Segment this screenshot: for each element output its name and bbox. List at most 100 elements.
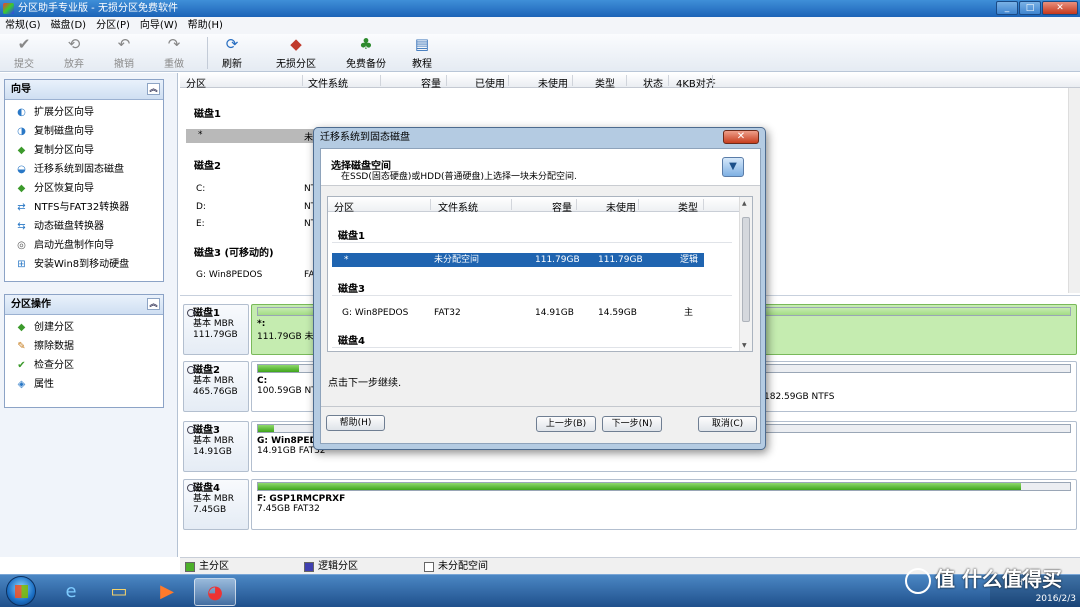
table-row-g[interactable]: G: Win8PEDOS (196, 270, 262, 280)
collapse-icon[interactable]: ︽ (147, 298, 160, 310)
col-4k-align[interactable]: 4KB对齐 (676, 75, 716, 90)
redo-button[interactable]: ↷ 重做 (164, 36, 184, 71)
col-separator (511, 199, 512, 210)
ie-icon[interactable]: e (50, 578, 92, 606)
scroll-down-icon[interactable]: ▼ (742, 342, 747, 349)
partition-icon: ◆ (290, 35, 302, 53)
dlg-col-type[interactable]: 类型 (678, 199, 698, 214)
table-row-c[interactable]: C: (196, 184, 205, 194)
legend-swatch-primary (185, 562, 195, 572)
undo-button[interactable]: ↶ 撤销 (114, 36, 134, 71)
menu-help[interactable]: 帮助(H) (183, 17, 228, 34)
col-capacity[interactable]: 容量 (421, 75, 441, 90)
disk2-card[interactable]: 磁盘2 基本 MBR 465.76GB (183, 361, 249, 412)
help-button[interactable]: 帮助(H) (326, 415, 385, 431)
maximize-button[interactable]: □ (1019, 1, 1041, 15)
op-check-partition[interactable]: ✔ 检查分区 (5, 356, 163, 375)
watermark-logo-icon (905, 567, 932, 594)
col-type[interactable]: 类型 (595, 75, 615, 90)
list-scrollbar[interactable] (1068, 88, 1080, 293)
divider (332, 242, 732, 243)
minimize-button[interactable]: _ (996, 1, 1018, 15)
dlg-disk3-label: 磁盘3 (338, 284, 365, 295)
start-button[interactable] (6, 576, 36, 606)
wizard-item-migrate-ssd[interactable]: ◒ 迁移系统到固态磁盘 (5, 160, 163, 179)
wizard-item-ntfs-fat32[interactable]: ⇄ NTFS与FAT32转换器 (5, 198, 163, 217)
disk4-card[interactable]: 磁盘4 基本 MBR 7.45GB (183, 479, 249, 530)
menu-disk[interactable]: 磁盘(D) (46, 17, 92, 34)
dlg-row-disk1-unallocated[interactable]: * 未分配空间 111.79GB 111.79GB 逻辑 (332, 253, 704, 267)
col-partition[interactable]: 分区 (186, 75, 206, 90)
clock-date[interactable]: 2016/2/3 (1036, 594, 1076, 604)
table-row-d[interactable]: D: (196, 202, 206, 212)
dlg-col-filesystem[interactable]: 文件系统 (438, 199, 478, 214)
disk1-card[interactable]: 磁盘1 基本 MBR 111.79GB (183, 304, 249, 355)
space-select-list: 分区 文件系统 容量 未使用 类型 磁盘1 * 未分配空间 111.79GB 1… (327, 196, 753, 352)
col-unused[interactable]: 未使用 (538, 75, 568, 90)
dialog-close-button[interactable]: ✕ (723, 130, 759, 144)
explorer-icon[interactable]: ▭ (98, 578, 140, 606)
disk-icon (187, 309, 195, 317)
window-title: 分区助手专业版 - 无损分区免费软件 (18, 3, 178, 14)
menu-general[interactable]: 常规(G) (0, 17, 46, 34)
menu-partition[interactable]: 分区(P) (91, 17, 135, 34)
wizard-item-copy-disk[interactable]: ◑ 复制磁盘向导 (5, 122, 163, 141)
tutorial-button[interactable]: ▤ 教程 (412, 36, 432, 71)
dialog-hint: 点击下一步继续. (328, 378, 402, 389)
dlg-col-capacity[interactable]: 容量 (552, 199, 572, 214)
op-create-partition[interactable]: ◆ 创建分区 (5, 318, 163, 337)
op-wipe-data[interactable]: ✎ 擦除数据 (5, 337, 163, 356)
wizard-item-win8-usb[interactable]: ⊞ 安装Win8到移动硬盘 (5, 255, 163, 274)
partition-ops-panel: 分区操作 ︽ ◆ 创建分区 ✎ 擦除数据 ✔ 检查分区 ◈ 属性 (4, 294, 164, 408)
lossless-partition-button[interactable]: ◆ 无损分区 (276, 35, 316, 71)
wizard-item-extend-partition[interactable]: ◐ 扩展分区向导 (5, 103, 163, 122)
close-button[interactable]: ✕ (1042, 1, 1078, 15)
disk4-partition[interactable]: F: GSP1RMCPRXF 7.45GB FAT32 (251, 479, 1077, 530)
partition-ops-header: 分区操作 ︽ (5, 295, 163, 315)
free-backup-button[interactable]: ♣ 免费备份 (346, 36, 386, 71)
col-status[interactable]: 状态 (643, 75, 663, 90)
refresh-button[interactable]: ⟳ 刷新 (222, 36, 242, 71)
legend-logical: 逻辑分区 (318, 561, 358, 572)
legend-unallocated: 未分配空间 (438, 561, 488, 572)
wizard-item-dynamic-disk[interactable]: ⇆ 动态磁盘转换器 (5, 217, 163, 236)
dlg-disk1-label: 磁盘1 (338, 231, 365, 242)
cancel-button[interactable]: 取消(C) (698, 416, 757, 432)
disk3-card[interactable]: 磁盘3 基本 MBR 14.91GB (183, 421, 249, 472)
op-properties[interactable]: ◈ 属性 (5, 375, 163, 394)
toolbar-separator (207, 37, 208, 69)
collapse-icon[interactable]: ︽ (147, 83, 160, 95)
migrate-dialog: 迁移系统到固态磁盘 ✕ 选择磁盘空间 在SSD(固态硬盘)或HDD(普通硬盘)上… (313, 127, 766, 450)
copy-partition-icon: ◆ (17, 145, 26, 156)
menu-wizard[interactable]: 向导(W) (135, 17, 183, 34)
disk-icon (187, 366, 195, 374)
col-used[interactable]: 已使用 (475, 75, 505, 90)
dlg-col-partition[interactable]: 分区 (334, 199, 354, 214)
scroll-up-icon[interactable]: ▲ (742, 200, 747, 207)
watermark: 值 什么值得买 (905, 563, 1062, 594)
col-filesystem[interactable]: 文件系统 (308, 75, 348, 90)
table-row-e[interactable]: E: (196, 219, 205, 229)
discard-button[interactable]: ⟲ 放弃 (64, 36, 84, 71)
col-separator (668, 75, 669, 86)
disk-icon (187, 426, 195, 434)
partition-assistant-taskbar-icon[interactable]: ◕ (194, 578, 236, 606)
media-player-icon[interactable]: ▶ (146, 578, 188, 606)
scrollbar-thumb[interactable] (742, 217, 750, 322)
sidebar: 向导 ︽ ◐ 扩展分区向导 ◑ 复制磁盘向导 ◆ 复制分区向导 ◒ 迁移系统到固态磁盘 ◆… (0, 73, 178, 557)
back-button[interactable]: 上一步(B) (536, 416, 596, 432)
app-icon (3, 3, 14, 14)
col-separator (380, 75, 381, 86)
dlg-col-unused[interactable]: 未使用 (606, 199, 636, 214)
checkmark-icon: ✔ (17, 35, 31, 53)
commit-button[interactable]: ✔ 提交 (14, 35, 34, 71)
usage-bar (257, 482, 1071, 491)
dlg-row-disk3-g[interactable]: G: Win8PEDOS FAT32 14.91GB 14.59GB 主 (332, 306, 704, 320)
wizard-item-boot-cd[interactable]: ◎ 启动光盘制作向导 (5, 236, 163, 255)
next-button[interactable]: 下一步(N) (602, 416, 662, 432)
dialog-list-scrollbar[interactable]: ▲ ▼ (739, 197, 752, 351)
dialog-column-header: 分区 文件系统 容量 未使用 类型 (328, 197, 740, 214)
wizard-item-copy-partition[interactable]: ◆ 复制分区向导 (5, 141, 163, 160)
disk2-label: 磁盘2 (194, 161, 221, 172)
wizard-item-partition-recovery[interactable]: ◆ 分区恢复向导 (5, 179, 163, 198)
